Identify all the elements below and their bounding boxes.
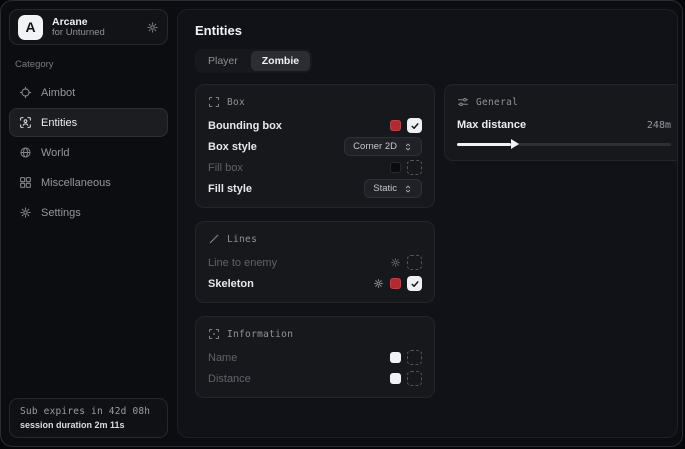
setting-label: Box style (208, 141, 338, 153)
checkbox-unchecked[interactable] (407, 255, 422, 270)
app-subtitle: for Unturned (52, 28, 137, 39)
right-column: General Max distance 248m (444, 84, 678, 161)
setting-label: Line to enemy (208, 257, 384, 269)
chevron-updown-icon (403, 184, 413, 194)
sidebar-item-label: Settings (41, 207, 81, 219)
subscription-card: Sub expires in 42d 08h session duration … (9, 398, 168, 438)
max-distance-slider[interactable] (457, 143, 671, 146)
sidebar-item-label: Entities (41, 117, 77, 129)
slider-handle[interactable] (511, 139, 519, 149)
color-swatch[interactable] (390, 352, 401, 363)
checkbox-unchecked[interactable] (407, 350, 422, 365)
setting-row-skeleton: Skeleton (208, 273, 422, 294)
info-scan-icon (208, 328, 220, 340)
chevron-updown-icon (403, 142, 413, 152)
left-column: Box Bounding box Box style Corner 2D (195, 84, 435, 398)
setting-row-bounding-box: Bounding box (208, 115, 422, 136)
general-card: General Max distance 248m (444, 84, 678, 161)
sidebar-item-world[interactable]: World (9, 138, 168, 167)
entity-tabs: Player Zombie (195, 49, 312, 73)
dropdown-value: Static (373, 183, 397, 194)
sidebar-item-entities[interactable]: Entities (9, 108, 168, 137)
setting-row-name: Name (208, 347, 422, 368)
sidebar: A Arcane for Unturned Category Aimbot (1, 1, 176, 446)
sidebar-item-label: World (41, 147, 70, 159)
setting-label: Fill style (208, 183, 358, 195)
page-title: Entities (195, 23, 660, 38)
sidebar-item-settings[interactable]: Settings (9, 198, 168, 227)
box-card-header: Box (208, 93, 422, 111)
app-meta: Arcane for Unturned (52, 16, 137, 39)
content-columns: Box Bounding box Box style Corner 2D (195, 84, 660, 398)
row-settings-gear-icon[interactable] (373, 278, 384, 289)
checkbox-checked[interactable] (407, 118, 422, 133)
box-corners-icon (208, 96, 220, 108)
sidebar-item-miscellaneous[interactable]: Miscellaneous (9, 168, 168, 197)
color-swatch[interactable] (390, 278, 401, 289)
box-card: Box Bounding box Box style Corner 2D (195, 84, 435, 208)
category-label: Category (15, 59, 162, 70)
globe-icon (19, 146, 32, 159)
setting-row-line-to-enemy: Line to enemy (208, 252, 422, 273)
setting-row-fill-box: Fill box (208, 157, 422, 178)
setting-row-fill-style: Fill style Static (208, 178, 422, 199)
setting-label: Distance (208, 373, 384, 385)
setting-row-distance: Distance (208, 368, 422, 389)
color-swatch[interactable] (390, 373, 401, 384)
checkbox-unchecked[interactable] (407, 160, 422, 175)
checkbox-unchecked[interactable] (407, 371, 422, 386)
general-card-header: General (457, 93, 671, 111)
sidebar-item-label: Miscellaneous (41, 177, 111, 189)
max-distance-row: Max distance 248m (457, 115, 671, 135)
app-window: A Arcane for Unturned Category Aimbot (0, 0, 683, 447)
color-swatch[interactable] (390, 162, 401, 173)
fill-style-dropdown[interactable]: Static (364, 179, 422, 198)
tab-player[interactable]: Player (197, 51, 249, 71)
information-card-header: Information (208, 325, 422, 343)
main-panel: Entities Player Zombie Box Bounding box (177, 9, 678, 438)
dropdown-value: Corner 2D (353, 141, 397, 152)
sub-expiry-text: Sub expires in 42d 08h (20, 406, 157, 417)
color-swatch[interactable] (390, 120, 401, 131)
slider-fill (457, 143, 511, 146)
sidebar-nav: Aimbot Entities World Miscellaneous (9, 78, 168, 227)
sidebar-item-label: Aimbot (41, 87, 75, 99)
setting-label: Skeleton (208, 278, 367, 290)
card-title: Lines (227, 234, 257, 245)
row-settings-gear-icon[interactable] (390, 257, 401, 268)
setting-label: Fill box (208, 162, 384, 174)
card-title: General (476, 97, 518, 108)
slider-label: Max distance (457, 119, 647, 131)
tab-zombie[interactable]: Zombie (251, 51, 310, 71)
card-title: Box (227, 97, 245, 108)
lines-card: Lines Line to enemy Skeleton (195, 221, 435, 303)
app-header-card: A Arcane for Unturned (9, 9, 168, 45)
information-card: Information Name Distance (195, 316, 435, 398)
box-style-dropdown[interactable]: Corner 2D (344, 137, 422, 156)
setting-row-box-style: Box style Corner 2D (208, 136, 422, 157)
scan-person-icon (19, 116, 32, 129)
sidebar-item-aimbot[interactable]: Aimbot (9, 78, 168, 107)
session-duration-text: session duration 2m 11s (20, 420, 157, 430)
grid-icon (19, 176, 32, 189)
slider-value: 248m (647, 120, 671, 131)
setting-label: Name (208, 352, 384, 364)
checkbox-checked[interactable] (407, 276, 422, 291)
setting-label: Bounding box (208, 120, 384, 132)
sliders-icon (457, 96, 469, 108)
app-logo: A (18, 15, 43, 40)
settings-gear-icon (19, 206, 32, 219)
app-name: Arcane (52, 16, 137, 28)
gear-icon[interactable] (146, 21, 159, 34)
diagonal-line-icon (208, 233, 220, 245)
card-title: Information (227, 329, 293, 340)
crosshair-icon (19, 86, 32, 99)
lines-card-header: Lines (208, 230, 422, 248)
